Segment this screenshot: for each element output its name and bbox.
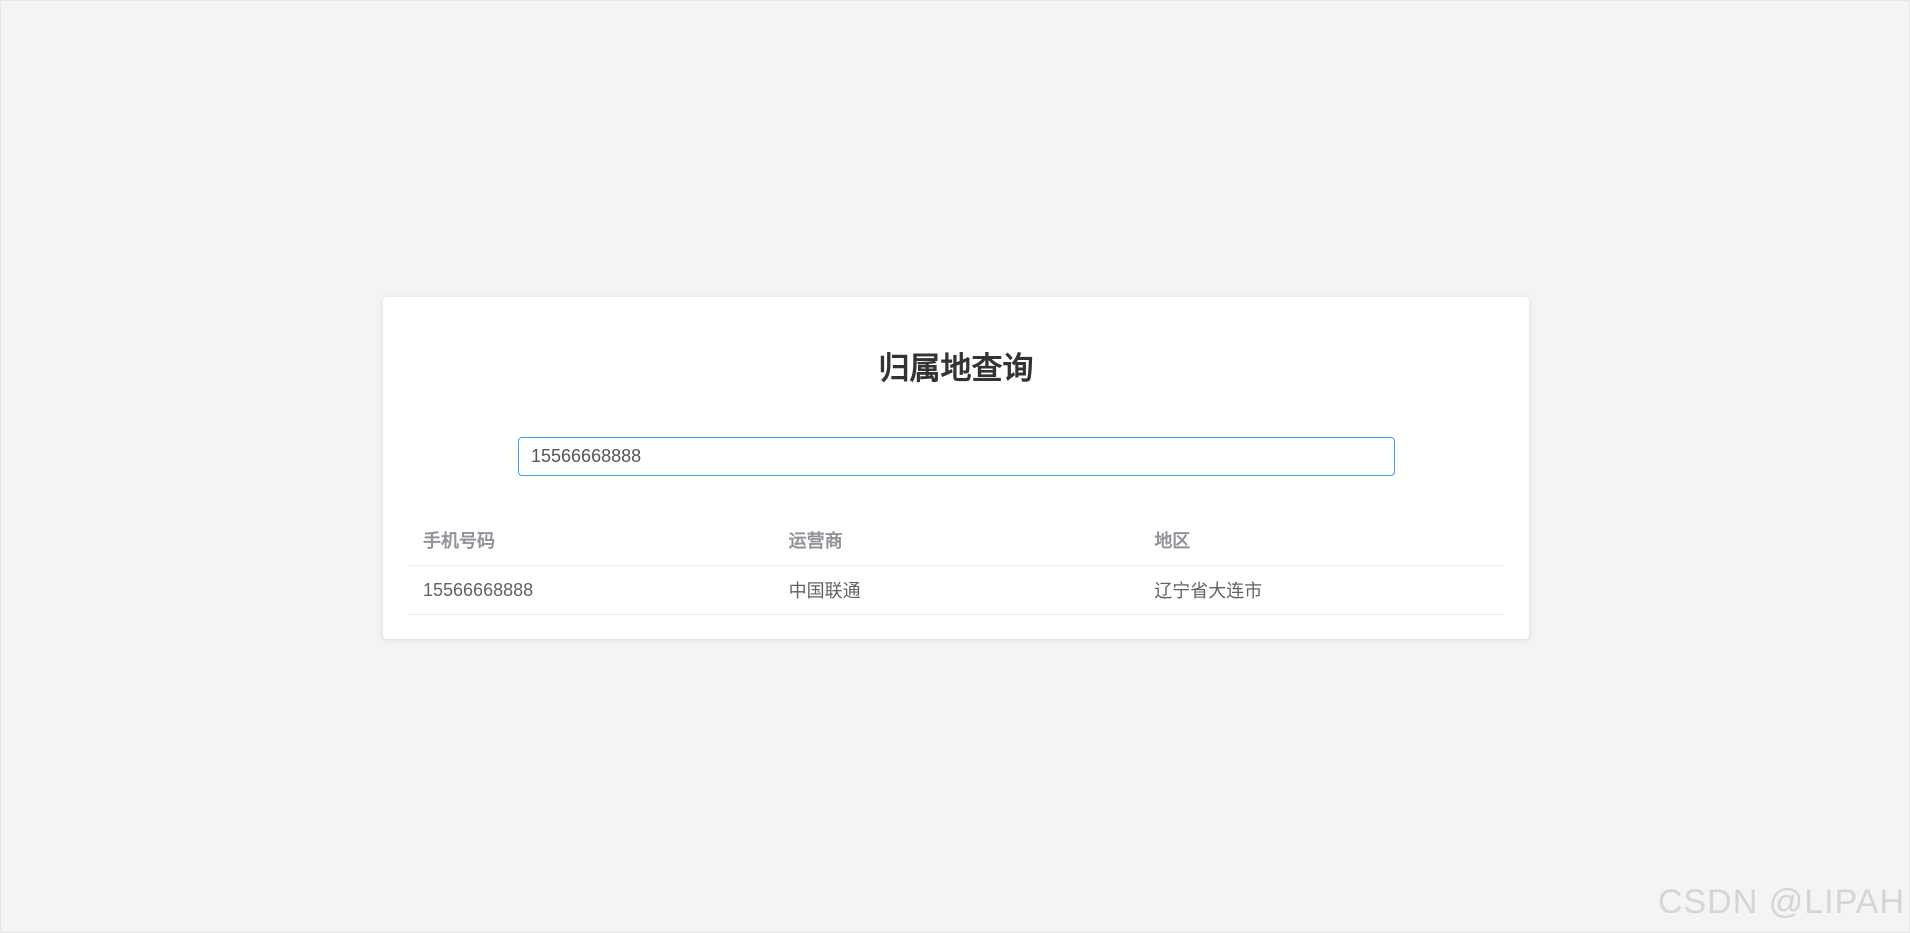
result-table: 手机号码 运营商 地区 15566668888 中国联通 辽宁省大连市 xyxy=(407,515,1504,615)
cell-region: 辽宁省大连市 xyxy=(1138,565,1504,615)
cell-phone: 15566668888 xyxy=(407,565,773,615)
cell-carrier: 中国联通 xyxy=(772,565,1139,615)
table-header-row: 手机号码 运营商 地区 xyxy=(407,515,1504,566)
page: 归属地查询 手机号码 运营商 地区 15566668888 中国联通 辽宁省大连… xyxy=(0,0,1910,933)
lookup-card: 归属地查询 手机号码 运营商 地区 15566668888 中国联通 辽宁省大连… xyxy=(383,297,1529,639)
phone-search-input[interactable] xyxy=(518,437,1395,476)
column-header-carrier: 运营商 xyxy=(772,515,1139,566)
column-header-region: 地区 xyxy=(1138,515,1504,566)
table-row: 15566668888 中国联通 辽宁省大连市 xyxy=(407,565,1504,615)
page-title: 归属地查询 xyxy=(878,351,1034,386)
watermark: CSDN @LIPAH xyxy=(1657,883,1905,921)
column-header-phone: 手机号码 xyxy=(407,515,773,566)
